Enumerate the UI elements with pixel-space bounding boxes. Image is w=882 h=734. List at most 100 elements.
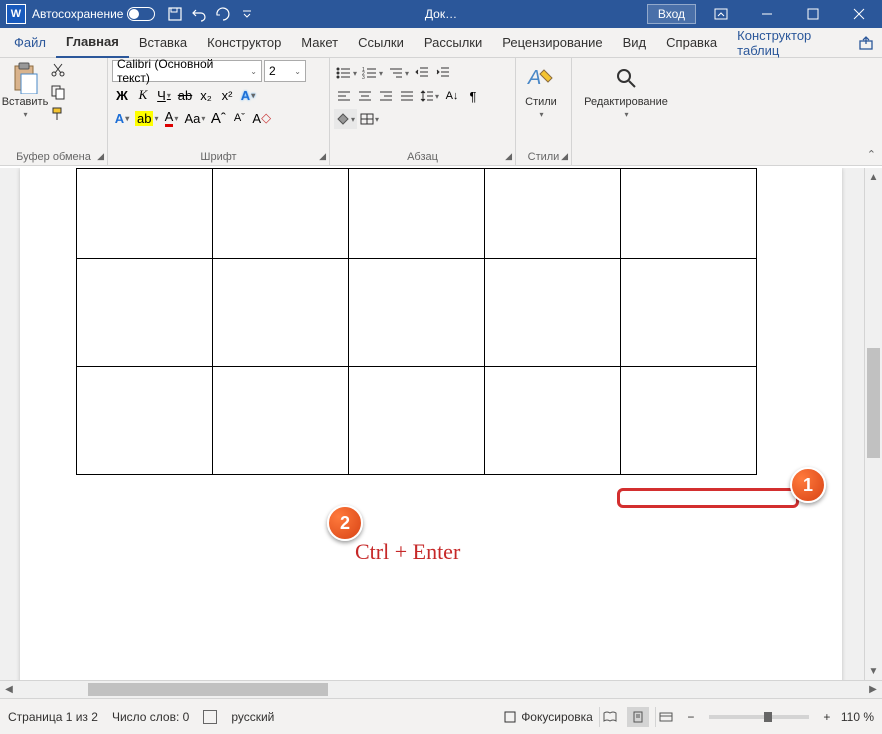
scroll-up-icon[interactable]: ▲ xyxy=(865,168,882,186)
share-icon[interactable] xyxy=(857,32,876,54)
scroll-thumb[interactable] xyxy=(867,348,880,458)
font-color-2-button[interactable]: A▾ xyxy=(112,108,132,128)
annotation-badge-2: 2 xyxy=(327,505,363,541)
redo-button[interactable] xyxy=(211,2,235,26)
web-layout-button[interactable] xyxy=(655,707,677,727)
group-font: Calibri (Основной текст)⌄ 2⌄ Ж К Ч▾ ab x… xyxy=(108,58,330,165)
font-size-combo[interactable]: 2⌄ xyxy=(264,60,306,82)
status-page[interactable]: Страница 1 из 2 xyxy=(8,710,98,724)
paragraph-group-label: Абзац xyxy=(330,151,515,163)
styles-launcher-icon[interactable]: ◢ xyxy=(561,151,568,162)
superscript-button[interactable]: x² xyxy=(217,85,237,105)
borders-button[interactable]: ▾ xyxy=(358,109,381,129)
italic-button[interactable]: К xyxy=(133,85,153,105)
scroll-left-icon[interactable]: ◀ xyxy=(0,681,18,698)
format-painter-button[interactable] xyxy=(48,104,68,124)
multilevel-list-button[interactable]: ▾ xyxy=(386,63,411,83)
tab-insert[interactable]: Вставка xyxy=(129,28,197,58)
toggle-switch-off-icon[interactable] xyxy=(127,7,155,21)
decrease-indent-button[interactable] xyxy=(412,63,432,83)
status-bar: Страница 1 из 2 Число слов: 0 русский Фо… xyxy=(0,698,882,734)
sort-button[interactable]: A↓ xyxy=(442,86,462,106)
tab-references[interactable]: Ссылки xyxy=(348,28,414,58)
zoom-slider[interactable] xyxy=(709,715,809,719)
subscript-button[interactable]: x₂ xyxy=(196,85,216,105)
collapse-ribbon-button[interactable]: ⌃ xyxy=(867,148,876,161)
numbering-button[interactable]: 123▾ xyxy=(360,63,385,83)
bullets-button[interactable]: ▾ xyxy=(334,63,359,83)
document-table[interactable] xyxy=(76,168,757,475)
font-color-button[interactable]: A▾ xyxy=(161,108,181,128)
group-editing: Редактирование ▾ xyxy=(572,58,682,165)
autosave-toggle[interactable]: Автосохранение xyxy=(32,7,155,21)
editing-label: Редактирование xyxy=(584,96,668,108)
zoom-slider-thumb[interactable] xyxy=(764,712,772,722)
hscroll-thumb[interactable] xyxy=(88,683,328,696)
scroll-right-icon[interactable]: ▶ xyxy=(864,681,882,698)
zoom-level[interactable]: 110 % xyxy=(841,710,874,724)
spellcheck-icon[interactable] xyxy=(203,710,217,724)
cut-button[interactable] xyxy=(48,60,68,80)
tab-review[interactable]: Рецензирование xyxy=(492,28,612,58)
font-group-label: Шрифт xyxy=(108,151,329,163)
show-marks-button[interactable]: ¶ xyxy=(463,86,483,106)
underline-button[interactable]: Ч▾ xyxy=(154,85,174,105)
grow-font-button[interactable]: Aˆ xyxy=(208,108,228,128)
focus-mode-button[interactable]: Фокусировка xyxy=(503,710,593,724)
align-left-button[interactable] xyxy=(334,86,354,106)
shading-button[interactable]: ▾ xyxy=(334,109,357,129)
copy-button[interactable] xyxy=(48,82,68,102)
zoom-in-button[interactable]: + xyxy=(819,710,835,724)
line-spacing-button[interactable]: ▾ xyxy=(418,86,441,106)
font-name-combo[interactable]: Calibri (Основной текст)⌄ xyxy=(112,60,262,82)
paragraph-launcher-icon[interactable]: ◢ xyxy=(505,151,512,162)
ribbon-display-options-button[interactable] xyxy=(698,0,744,28)
tab-design[interactable]: Конструктор xyxy=(197,28,291,58)
vertical-scrollbar[interactable]: ▲ ▼ xyxy=(864,168,882,680)
close-button[interactable] xyxy=(836,0,882,28)
highlight-button[interactable]: ab▾ xyxy=(133,108,160,128)
page-1[interactable]: 1 2 Ctrl + Enter xyxy=(20,168,842,680)
autosave-label: Автосохранение xyxy=(32,7,123,21)
strikethrough-button[interactable]: ab xyxy=(175,85,195,105)
tab-mailings[interactable]: Рассылки xyxy=(414,28,492,58)
print-layout-button[interactable] xyxy=(627,707,649,727)
editing-button[interactable]: Редактирование ▾ xyxy=(576,60,676,119)
group-styles: A Стили ▾ Стили ◢ xyxy=(516,58,572,165)
text-effects-button[interactable]: A▾ xyxy=(238,85,258,105)
maximize-button[interactable] xyxy=(790,0,836,28)
font-launcher-icon[interactable]: ◢ xyxy=(319,151,326,162)
paste-label: Вставить xyxy=(2,96,49,108)
search-icon xyxy=(610,62,642,94)
sign-in-button[interactable]: Вход xyxy=(647,4,696,24)
tab-layout[interactable]: Макет xyxy=(291,28,348,58)
styles-button[interactable]: A Стили ▾ xyxy=(520,60,562,119)
qat-customize-button[interactable] xyxy=(235,2,259,26)
change-case-button[interactable]: Aa▾ xyxy=(182,108,207,128)
minimize-button[interactable] xyxy=(744,0,790,28)
tab-home[interactable]: Главная xyxy=(56,28,129,58)
clipboard-launcher-icon[interactable]: ◢ xyxy=(97,151,104,162)
bold-button[interactable]: Ж xyxy=(112,85,132,105)
tab-file[interactable]: Файл xyxy=(4,28,56,58)
chevron-down-icon: ▾ xyxy=(539,110,543,119)
justify-button[interactable] xyxy=(397,86,417,106)
align-right-button[interactable] xyxy=(376,86,396,106)
scroll-down-icon[interactable]: ▼ xyxy=(865,662,882,680)
save-button[interactable] xyxy=(163,2,187,26)
tab-table-design[interactable]: Конструктор таблиц xyxy=(727,28,853,58)
tab-view[interactable]: Вид xyxy=(613,28,657,58)
undo-button[interactable] xyxy=(187,2,211,26)
paste-button[interactable]: Вставить ▾ xyxy=(4,60,46,124)
horizontal-scrollbar[interactable]: ◀ ▶ xyxy=(0,680,882,698)
increase-indent-button[interactable] xyxy=(433,63,453,83)
tab-help[interactable]: Справка xyxy=(656,28,727,58)
status-word-count[interactable]: Число слов: 0 xyxy=(112,710,189,724)
clear-formatting-button[interactable]: A◇ xyxy=(250,108,273,128)
zoom-out-button[interactable]: − xyxy=(683,710,699,724)
align-center-button[interactable] xyxy=(355,86,375,106)
status-language[interactable]: русский xyxy=(231,710,274,724)
styles-label: Стили xyxy=(525,96,557,108)
read-mode-button[interactable] xyxy=(599,707,621,727)
shrink-font-button[interactable]: Aˇ xyxy=(229,108,249,128)
